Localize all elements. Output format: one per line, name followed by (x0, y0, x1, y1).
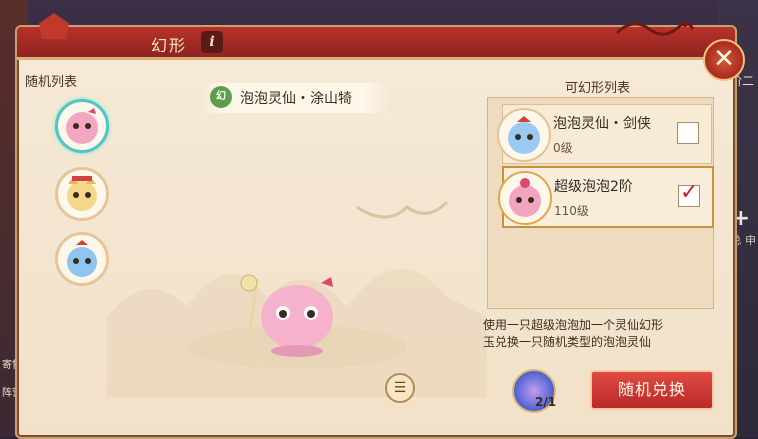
transform-item[interactable]: 泡泡灵仙・剑侠 0级 (497, 104, 712, 164)
close-icon: ✕ (713, 44, 735, 74)
close-button[interactable]: ✕ (703, 39, 745, 81)
item-checkbox-checked[interactable]: ✓ (678, 180, 700, 207)
item-name: 超级泡泡2阶 (554, 179, 633, 195)
pet-avatar (497, 108, 551, 162)
random-pet-yellow[interactable] (55, 167, 109, 221)
pet-name-banner: 幻 泡泡灵仙・涂山犄 (200, 83, 390, 113)
description-line-1: 使用一只超级泡泡加一个灵仙幻形 (483, 318, 664, 332)
window-title: 幻形 (151, 36, 188, 55)
item-level: 0级 (553, 141, 573, 155)
random-pet-pink[interactable] (55, 99, 109, 153)
title-bar: 幻形 i (17, 13, 735, 60)
sword-bubble-pet-icon (508, 116, 540, 154)
item-name: 泡泡灵仙・剑侠 (553, 116, 651, 132)
blue-bubble-pet-icon (67, 240, 97, 277)
transform-window: 幻形 i ✕ 随机列表 幻 泡泡灵仙・涂山犄 ☰ 可幻形列表 泡泡灵仙・剑侠 0… (15, 13, 745, 439)
yellow-cat-pet-icon (67, 176, 97, 211)
check-icon: ✓ (680, 180, 699, 205)
pet-avatar (498, 171, 552, 225)
transform-item-selected[interactable]: 超级泡泡2阶 110级 ✓ (498, 166, 714, 228)
pink-bubble-pet-icon (66, 108, 98, 144)
transform-badge-icon: 幻 (210, 86, 232, 108)
super-bubble-pet-icon (509, 178, 541, 217)
material-count: 2/1 (535, 395, 557, 409)
transform-list: 泡泡灵仙・剑侠 0级 超级泡泡2阶 110级 ✓ (487, 97, 714, 309)
preview-pet-name: 泡泡灵仙・涂山犄 (240, 91, 352, 107)
random-exchange-button[interactable]: 随机兑换 (590, 370, 714, 410)
description-line-2: 玉兑换一只随机类型的泡泡灵仙 (483, 335, 652, 349)
list-icon: ☰ (393, 380, 407, 396)
transform-list-title: 可幻形列表 (565, 81, 631, 96)
preview-pet-model[interactable] (237, 259, 357, 359)
random-pet-blue[interactable] (55, 232, 109, 286)
item-level: 110级 (554, 204, 589, 218)
exchange-description: 使用一只超级泡泡加一个灵仙幻形 玉兑换一只随机类型的泡泡灵仙 (483, 317, 723, 351)
info-button[interactable]: i (201, 31, 223, 53)
random-list-title: 随机列表 (25, 75, 78, 90)
detail-button[interactable]: ☰ (385, 373, 415, 403)
dragon-decoration (615, 21, 695, 36)
item-checkbox[interactable] (677, 122, 699, 144)
